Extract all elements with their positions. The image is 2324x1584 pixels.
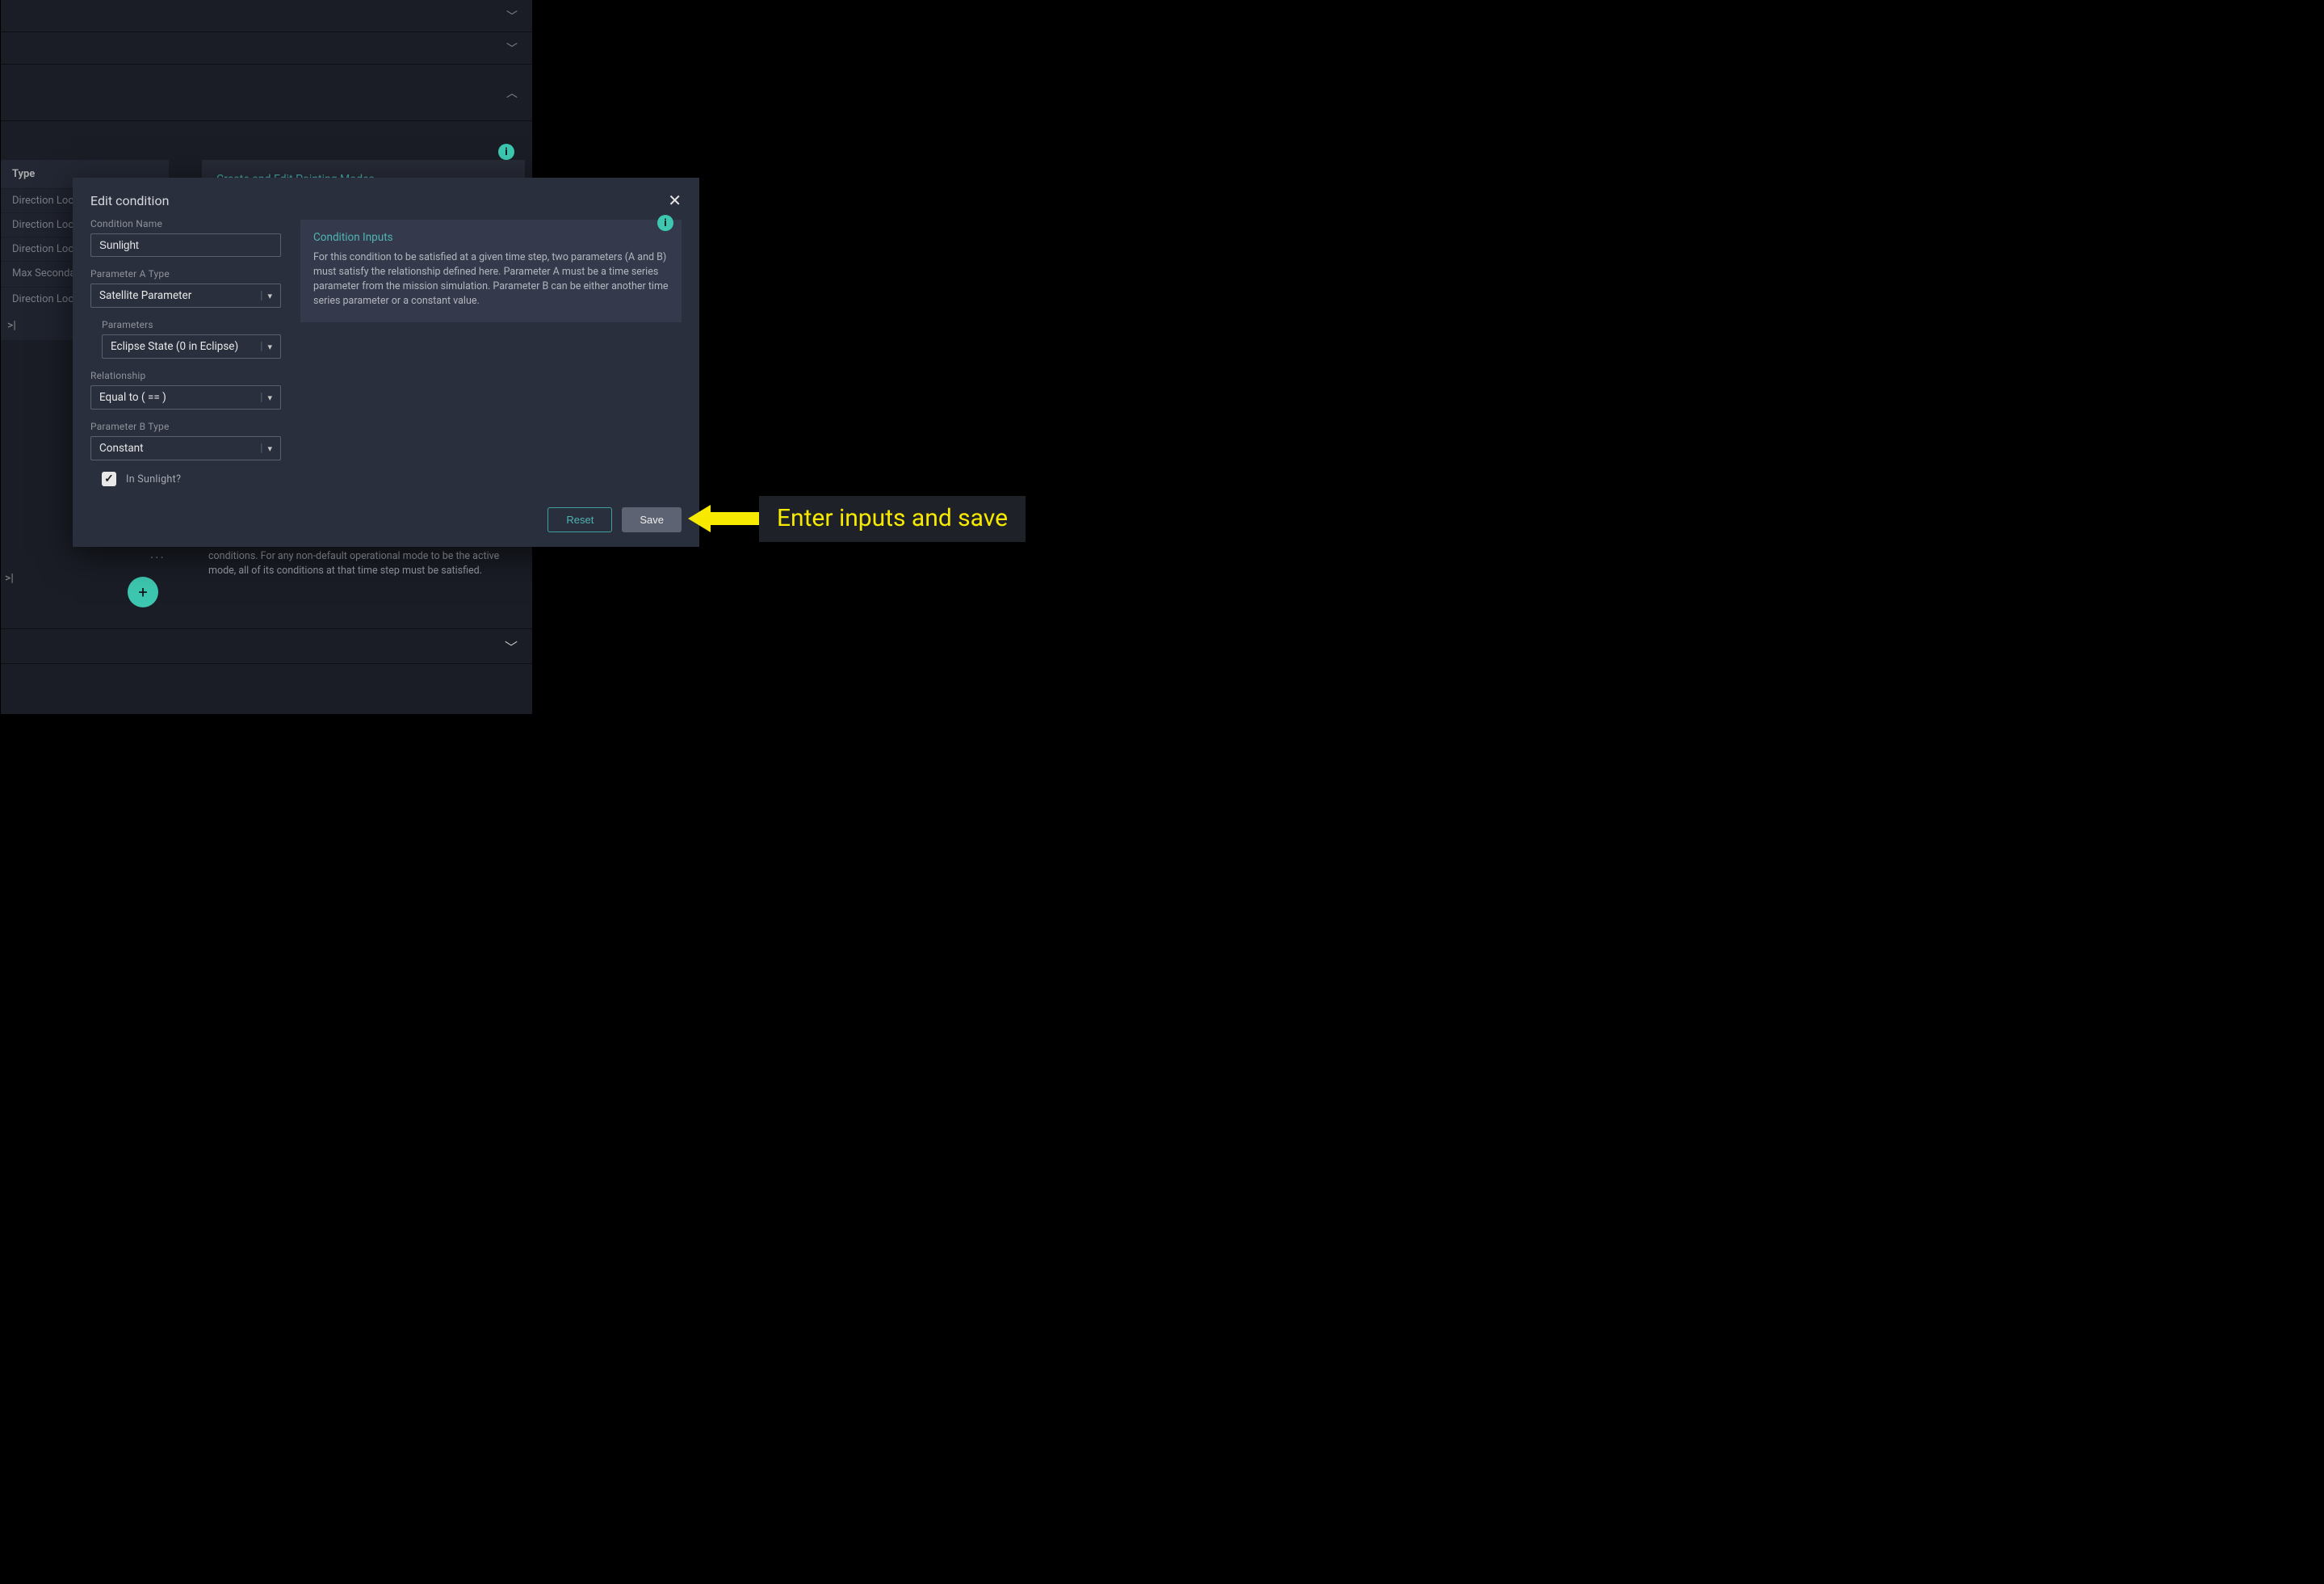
parameters-label: Parameters: [102, 319, 281, 330]
expanded-section-row[interactable]: ︿: [1, 65, 532, 121]
info-icon[interactable]: i: [657, 215, 673, 231]
chevron-down-icon: ﹀: [505, 637, 518, 656]
description-text: conditions. For any non-default operatio…: [208, 549, 523, 578]
annotation-label: Enter inputs and save: [759, 496, 1026, 542]
in-sunlight-checkbox[interactable]: ✓: [102, 472, 116, 486]
param-a-type-label: Parameter A Type: [90, 268, 281, 279]
save-button[interactable]: Save: [622, 507, 682, 532]
edit-condition-modal: Edit condition ✕ Condition Name Paramete…: [73, 178, 699, 547]
collapsed-section-row[interactable]: ﹀: [1, 0, 532, 32]
select-value: Equal to ( == ): [99, 391, 166, 404]
param-a-type-select[interactable]: Satellite Parameter | ▾: [90, 284, 281, 308]
relationship-label: Relationship: [90, 370, 281, 381]
chevron-up-icon: ︿: [506, 85, 518, 101]
collapsed-section-row[interactable]: ﹀: [1, 628, 532, 664]
param-b-type-select[interactable]: Constant | ▾: [90, 436, 281, 460]
annotation-arrow: [688, 505, 762, 532]
chevron-down-icon: ▾: [267, 393, 272, 403]
select-value: Eclipse State (0 in Eclipse): [111, 340, 238, 353]
add-button[interactable]: +: [128, 577, 158, 607]
info-icon[interactable]: i: [498, 144, 514, 160]
condition-name-label: Condition Name: [90, 218, 281, 229]
chevron-down-icon: ﹀: [506, 40, 518, 57]
chevron-down-icon: ▾: [267, 291, 272, 301]
select-value: Satellite Parameter: [99, 289, 191, 302]
parameters-select[interactable]: Eclipse State (0 in Eclipse) | ▾: [102, 334, 281, 359]
select-value: Constant: [99, 442, 144, 455]
collapsed-section-row[interactable]: ﹀: [1, 32, 532, 65]
more-icon[interactable]: ...: [150, 546, 166, 561]
modal-title: Edit condition: [90, 193, 169, 208]
chevron-down-icon: ﹀: [506, 8, 518, 24]
condition-inputs-info: i Condition Inputs For this condition to…: [300, 220, 682, 322]
reset-button[interactable]: Reset: [547, 507, 612, 532]
condition-name-input[interactable]: [90, 233, 281, 257]
param-b-type-label: Parameter B Type: [90, 421, 281, 432]
relationship-select[interactable]: Equal to ( == ) | ▾: [90, 385, 281, 410]
pager-last[interactable]: >|: [5, 572, 14, 585]
close-icon[interactable]: ✕: [668, 192, 682, 208]
in-sunlight-label: In Sunlight?: [126, 473, 181, 485]
info-text: For this condition to be satisfied at a …: [313, 250, 669, 309]
chevron-down-icon: ▾: [267, 443, 272, 454]
chevron-down-icon: ▾: [267, 342, 272, 352]
info-title: Condition Inputs: [313, 231, 669, 244]
